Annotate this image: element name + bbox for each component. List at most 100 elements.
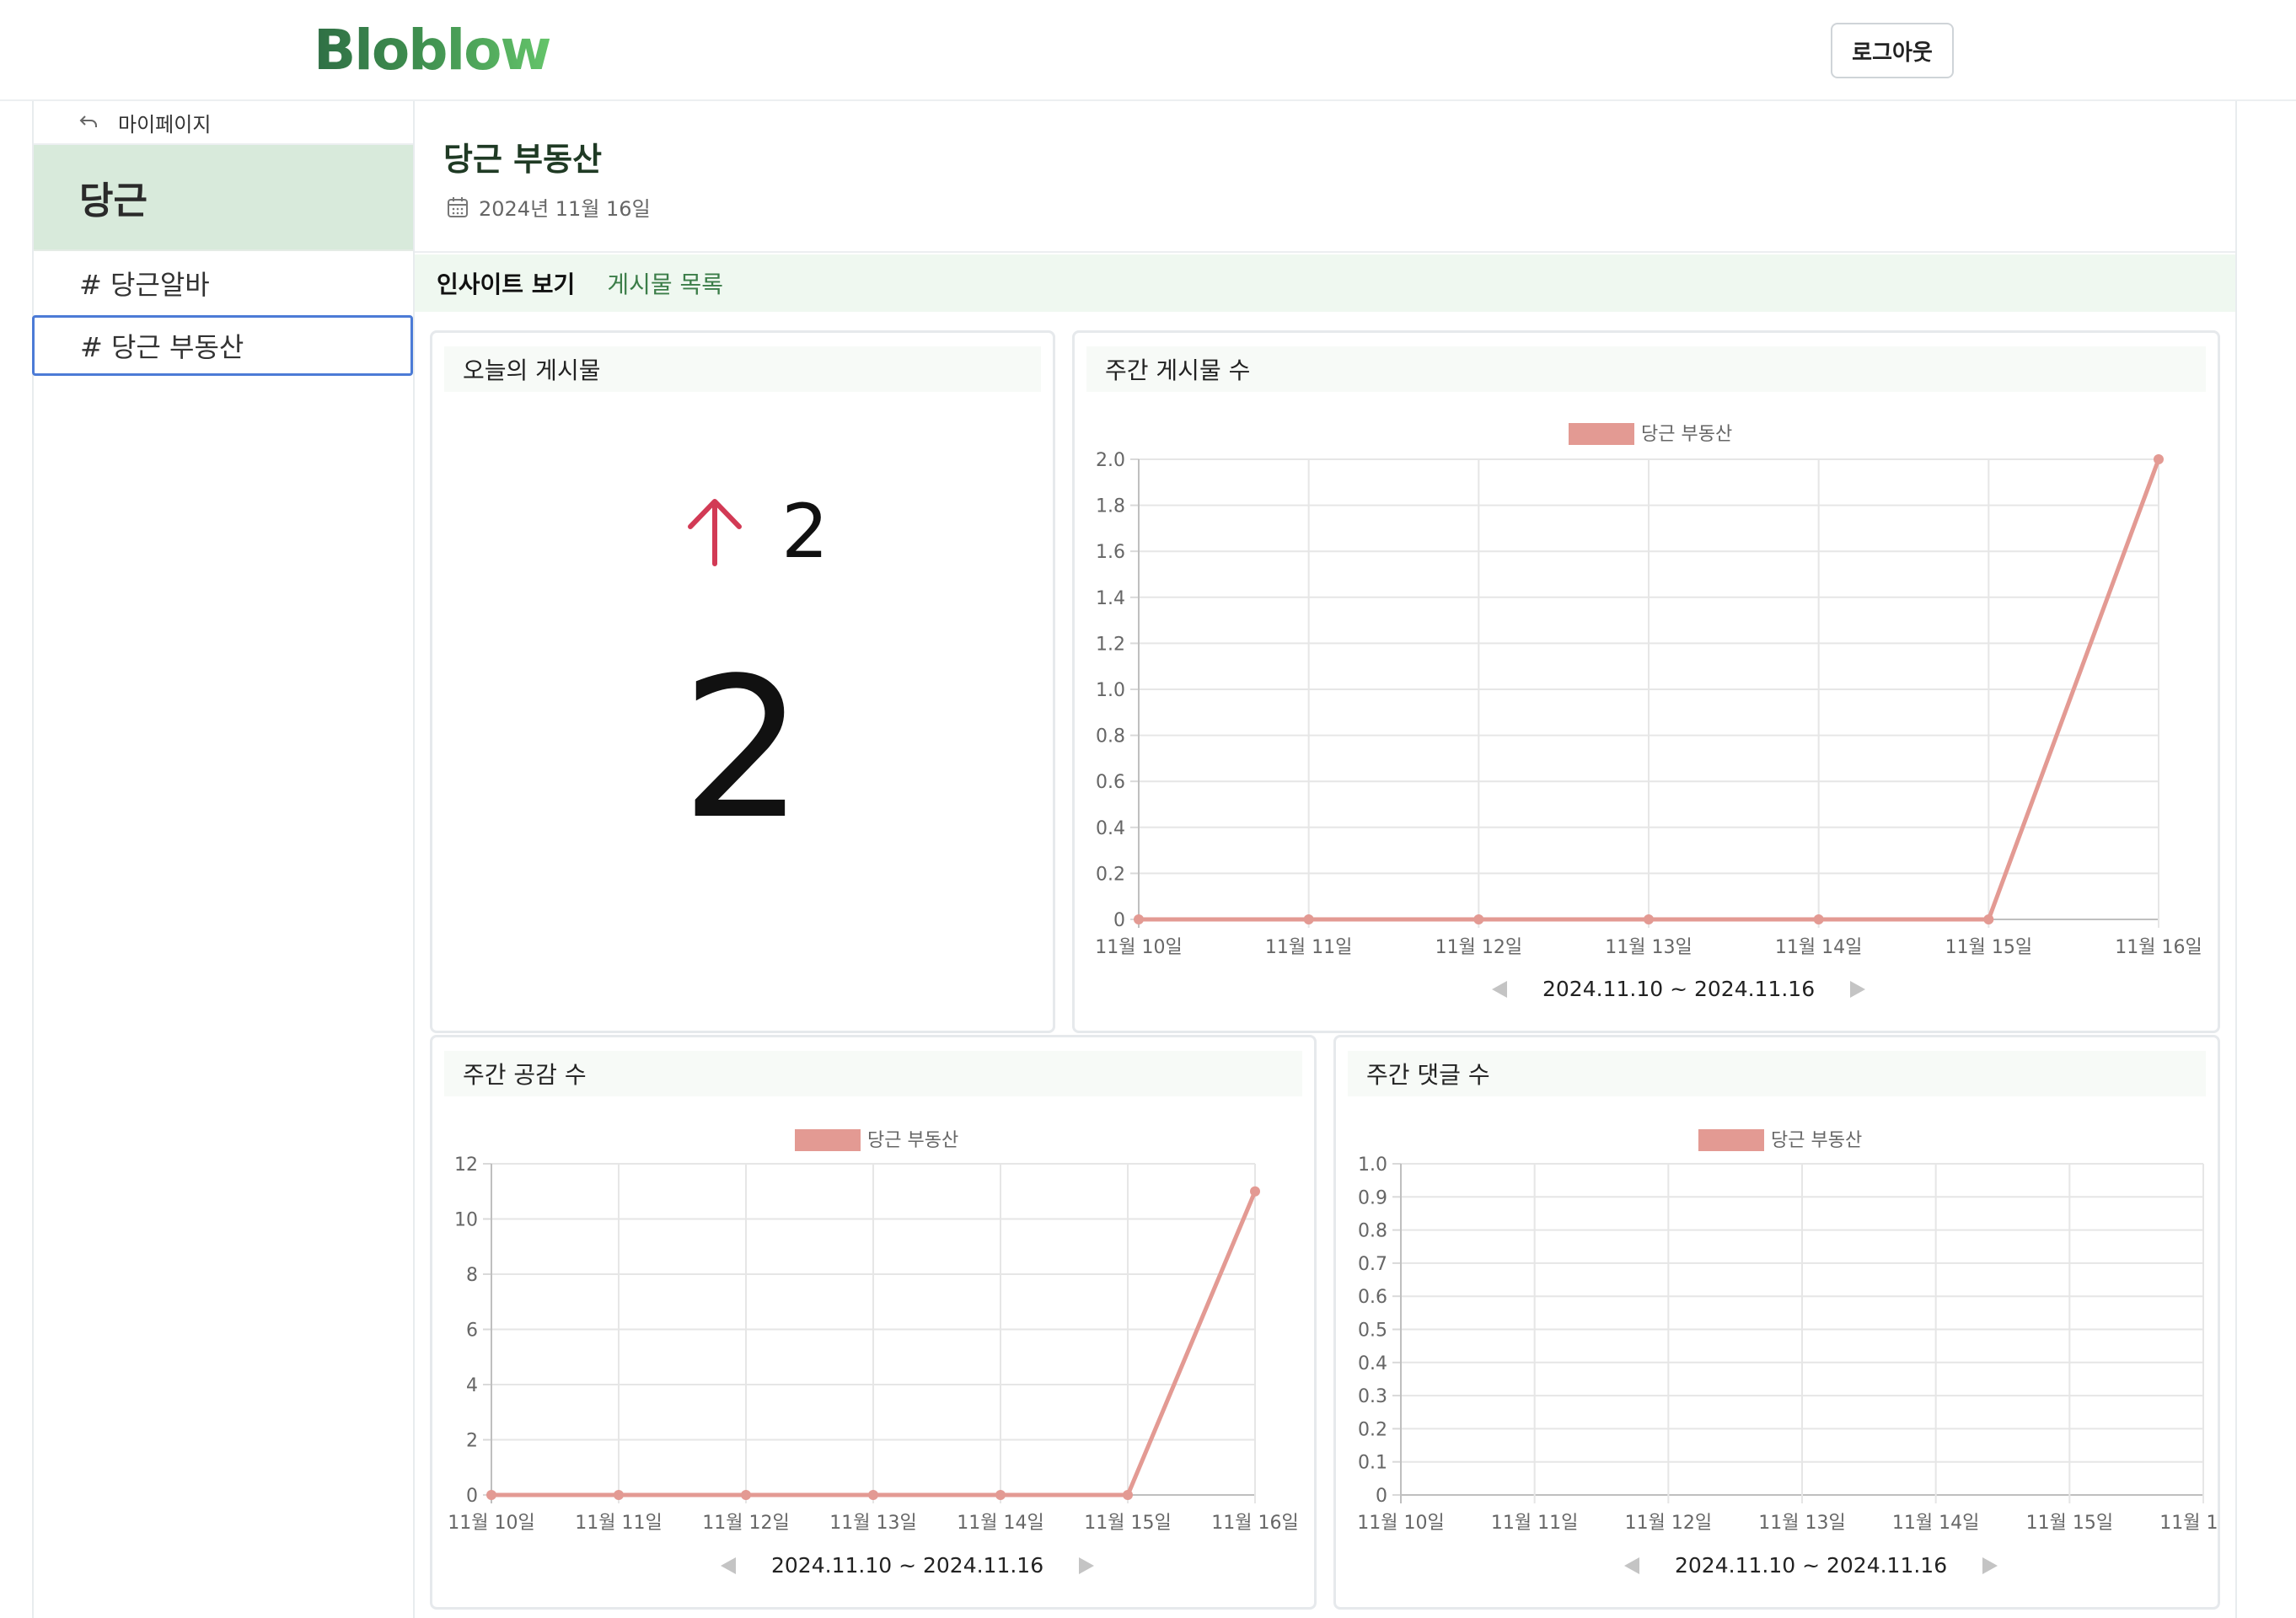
- frame-divider-sidebar: [413, 101, 415, 1618]
- data-point: [486, 1490, 496, 1500]
- prev-week-icon[interactable]: [719, 1556, 738, 1576]
- logout-button[interactable]: 로그아웃: [1831, 23, 1954, 78]
- x-tick-label: 11월 11일: [1491, 1513, 1578, 1534]
- y-tick-label: 0.9: [1358, 1187, 1387, 1208]
- data-point: [995, 1490, 1006, 1500]
- y-tick-label: 10: [454, 1210, 478, 1231]
- page-title: 당근 부동산: [443, 141, 603, 178]
- data-point: [1303, 914, 1314, 924]
- weekly-posts-chart: 당근 부동산 0 0.2 0.4 0.6 0.8 1.0 1.2 1.4 1.6 1.8 2.0 11월…: [1095, 423, 2202, 958]
- x-tick-label: 11월 13일: [1758, 1513, 1845, 1534]
- weekly-likes-chart: 당근 부동산 0 2 4 6 8 10 12 11월 10일 11월 11일 11월 12일 11월 …: [448, 1129, 1299, 1534]
- x-tick-label: 11월 12일: [1625, 1513, 1712, 1534]
- next-week-icon[interactable]: [1848, 979, 1867, 999]
- data-point: [1644, 914, 1654, 924]
- sidebar-item-danggeun-realestate[interactable]: # 당근 부동산: [32, 315, 413, 376]
- today-post-count: 2: [680, 637, 805, 862]
- weekly-comments-title: 주간 댓글 수: [1348, 1051, 2206, 1096]
- calendar-icon: [448, 196, 468, 217]
- y-tick-label: 0: [1376, 1486, 1387, 1507]
- y-tick-label: 0.8: [1096, 726, 1125, 747]
- x-tick-label: 11월 13일: [829, 1513, 916, 1534]
- today-delta: 2: [685, 488, 829, 575]
- data-point: [1134, 914, 1144, 924]
- y-tick-label: 0.5: [1358, 1321, 1387, 1342]
- x-tick-label: 11월 16일: [1211, 1513, 1298, 1534]
- top-bar: Bloblow 로그아웃: [0, 0, 2296, 101]
- x-tick-label: 11월 16일: [2159, 1513, 2218, 1534]
- legend-swatch: [1569, 423, 1634, 445]
- y-tick-label: 1.8: [1096, 496, 1125, 517]
- x-tick-label: 11월 15일: [1084, 1513, 1171, 1534]
- weekly-posts-card: 주간 게시물 수 당근 부동산 0 0.2 0.4 0.6 0.8 1.0 1.2 1.4 1.6…: [1072, 330, 2220, 1033]
- weekly-posts-range-nav: 2024.11.10 ~ 2024.11.16: [1490, 977, 1867, 1001]
- x-tick-label: 11월 16일: [2115, 937, 2202, 958]
- today-delta-value: 2: [781, 488, 829, 575]
- today-posts-card: 오늘의 게시물 2 2: [430, 330, 1055, 1033]
- weekly-posts-title: 주간 게시물 수: [1086, 346, 2206, 392]
- y-tick-label: 6: [466, 1321, 478, 1342]
- x-tick-label: 11월 14일: [957, 1513, 1043, 1534]
- weekly-likes-title: 주간 공감 수: [444, 1051, 1302, 1096]
- legend-swatch: [1698, 1129, 1764, 1151]
- x-tick-label: 11월 10일: [1095, 937, 1182, 958]
- y-tick-label: 0.4: [1096, 818, 1125, 839]
- x-tick-label: 11월 15일: [1945, 937, 2032, 958]
- y-tick-label: 1.6: [1096, 542, 1125, 563]
- tab-post-list[interactable]: 게시물 목록: [607, 266, 723, 300]
- y-tick-label: 4: [466, 1375, 478, 1396]
- data-point: [1813, 914, 1824, 924]
- data-point: [868, 1490, 878, 1500]
- data-point: [741, 1490, 751, 1500]
- app-logo[interactable]: Bloblow: [314, 15, 551, 86]
- y-tick-label: 0.7: [1358, 1254, 1387, 1275]
- weekly-comments-card: 주간 댓글 수 당근 부동산 0 0.1 0.2 0.3 0.4 0.5 0.6 0.7 0.8 0…: [1333, 1035, 2220, 1610]
- y-tick-label: 0.1: [1358, 1453, 1387, 1474]
- prev-week-icon[interactable]: [1623, 1556, 1641, 1576]
- weekly-likes-card: 주간 공감 수 당근 부동산 0 2 4 6 8 10 12 11월 10일 11월 11일 11월…: [430, 1035, 1317, 1610]
- x-tick-label: 11월 10일: [1357, 1513, 1444, 1534]
- y-tick-label: 2: [466, 1431, 478, 1452]
- header-divider: [415, 251, 2235, 253]
- next-week-icon[interactable]: [1077, 1556, 1096, 1576]
- weekly-likes-range: 2024.11.10 ~ 2024.11.16: [771, 1553, 1044, 1578]
- y-tick-label: 0.6: [1096, 772, 1125, 793]
- prev-week-icon[interactable]: [1490, 979, 1509, 999]
- weekly-comments-chart: 당근 부동산 0 0.1 0.2 0.3 0.4 0.5 0.6 0.7 0.8 0.9 1.0 11월…: [1357, 1129, 2218, 1534]
- weekly-comments-range-nav: 2024.11.10 ~ 2024.11.16: [1623, 1553, 1999, 1578]
- x-tick-label: 11월 14일: [1775, 937, 1862, 958]
- back-arrow-icon: [79, 110, 99, 134]
- weekly-comments-range: 2024.11.10 ~ 2024.11.16: [1675, 1553, 1948, 1578]
- legend-label: 당근 부동산: [867, 1130, 958, 1151]
- back-to-mypage-link[interactable]: 마이페이지: [34, 101, 413, 145]
- weekly-posts-range: 2024.11.10 ~ 2024.11.16: [1542, 977, 1816, 1001]
- x-tick-label: 11월 11일: [575, 1513, 662, 1534]
- next-week-icon[interactable]: [1981, 1556, 1999, 1576]
- arrow-up-icon: [688, 498, 742, 566]
- x-tick-label: 11월 15일: [2026, 1513, 2113, 1534]
- tab-insights[interactable]: 인사이트 보기: [437, 266, 575, 300]
- y-tick-label: 1.0: [1358, 1155, 1387, 1176]
- x-tick-label: 11월 11일: [1265, 937, 1352, 958]
- tab-bar: 인사이트 보기 게시물 목록: [415, 254, 2235, 312]
- y-tick-label: 0.8: [1358, 1221, 1387, 1242]
- y-tick-label: 0.3: [1358, 1386, 1387, 1407]
- x-tick-label: 11월 10일: [448, 1513, 534, 1534]
- data-point: [1123, 1490, 1133, 1500]
- data-point: [1983, 914, 1994, 924]
- y-tick-label: 2.0: [1096, 450, 1125, 471]
- x-tick-label: 11월 12일: [702, 1513, 789, 1534]
- y-tick-label: 0.6: [1358, 1287, 1387, 1308]
- sidebar-title: 당근: [79, 179, 148, 222]
- legend-swatch: [795, 1129, 861, 1151]
- x-tick-label: 11월 12일: [1435, 937, 1522, 958]
- y-tick-label: 1.0: [1096, 680, 1125, 701]
- legend-label: 당근 부동산: [1771, 1130, 1862, 1151]
- sidebar-item-danggeun-alba[interactable]: # 당근알바: [34, 253, 413, 313]
- data-point: [614, 1490, 624, 1500]
- y-tick-label: 1.4: [1096, 588, 1125, 609]
- y-tick-label: 0: [466, 1486, 478, 1507]
- frame-divider-right: [2235, 101, 2237, 1618]
- y-tick-label: 0: [1113, 910, 1125, 931]
- page-date: 2024년 11월 16일: [479, 197, 651, 221]
